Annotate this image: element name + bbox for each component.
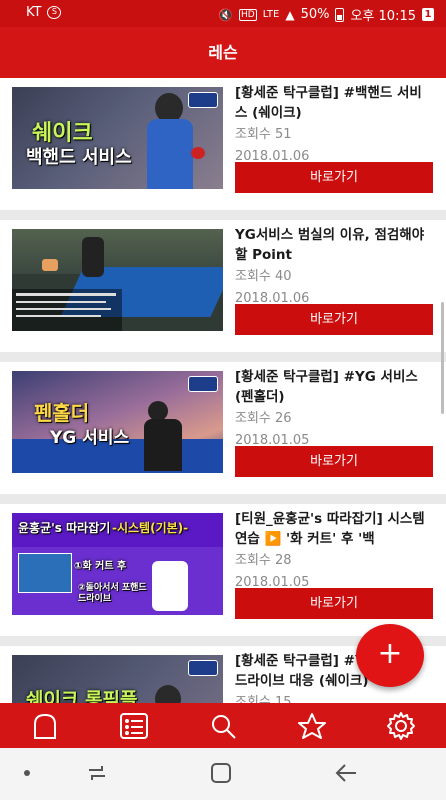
lesson-info: [황세준 탁구클럽] #YG 서비스 (펜홀더) 조회수 26 2018.01.… xyxy=(235,367,434,450)
status-bar: KT S 🔇 HD LTE ▲ 50% 오후 10:15 1 xyxy=(0,0,446,27)
carrier-label: KT xyxy=(26,5,42,20)
thumbnail-caption: ①화 커트 후 xyxy=(74,561,127,572)
plus-icon: + xyxy=(377,636,403,671)
notification-badge: 1 xyxy=(422,8,434,21)
thumbnail-caption: 윤홍균's 따라잡기 xyxy=(18,521,111,535)
add-fab-button[interactable]: + xyxy=(356,624,424,687)
nav-favorites[interactable] xyxy=(268,703,357,748)
nav-home[interactable] xyxy=(0,703,89,748)
nav-settings[interactable] xyxy=(357,703,446,748)
view-count: 조회수 26 xyxy=(235,411,292,426)
lesson-thumbnail[interactable]: 윤홍균's 따라잡기 -시스템(기본)- ①화 커트 후 ②돌아서서 포핸드 드… xyxy=(12,513,223,615)
view-count: 조회수 15 xyxy=(235,695,292,703)
home-icon xyxy=(33,713,56,739)
star-icon xyxy=(298,712,327,739)
lesson-thumbnail[interactable]: 쉐이크 롱핌플 xyxy=(12,655,223,703)
nav-search[interactable] xyxy=(178,703,267,748)
carrier-badge-icon: S xyxy=(47,6,62,19)
gear-icon xyxy=(387,711,416,740)
scrollbar[interactable] xyxy=(441,302,444,414)
recent-apps-icon[interactable] xyxy=(86,762,108,784)
list-icon xyxy=(119,712,148,739)
lesson-title[interactable]: [황세준 탁구클럽] #백핸드 서비스 (쉐이크) xyxy=(235,83,434,123)
lesson-list[interactable]: 쉐이크 백핸드 서비스 [황세준 탁구클럽] #백핸드 서비스 (쉐이크) 조회… xyxy=(0,78,446,703)
view-count: 조회수 40 xyxy=(235,269,292,284)
lesson-thumbnail[interactable]: 펜홀더 YG 서비스 xyxy=(12,371,223,473)
back-arrow-icon[interactable] xyxy=(334,762,358,784)
network-label: LTE xyxy=(262,9,280,20)
signal-icon: ▲ xyxy=(285,7,295,22)
lesson-info: YG서비스 범실의 이유, 점검해야 할 Point 조회수 40 2018.0… xyxy=(235,225,434,308)
clock: 오후 10:15 xyxy=(350,9,416,24)
go-button[interactable]: 바로가기 xyxy=(235,588,433,619)
view-count: 조회수 28 xyxy=(235,553,292,568)
lesson-info: [티원_윤홍균's 따라잡기] 시스템 연습 ▶️ '화 커트' 후 '백 조회… xyxy=(235,509,434,592)
lesson-card[interactable]: 쉐이크 백핸드 서비스 [황세준 탁구클럽] #백핸드 서비스 (쉐이크) 조회… xyxy=(0,78,446,210)
system-nav-bar xyxy=(0,748,446,800)
page-title: 레슨 xyxy=(208,43,238,62)
go-button[interactable]: 바로가기 xyxy=(235,304,433,335)
thumbnail-caption: ②돌아서서 포핸드 드라이브 xyxy=(78,583,147,604)
view-count: 조회수 51 xyxy=(235,127,292,142)
lesson-card[interactable]: YG서비스 범실의 이유, 점검해야 할 Point 조회수 40 2018.0… xyxy=(0,220,446,352)
club-logo-icon xyxy=(188,660,218,676)
lesson-thumbnail[interactable]: 쉐이크 백핸드 서비스 xyxy=(12,87,223,189)
app-bar: 레슨 xyxy=(0,27,446,78)
club-logo-icon xyxy=(188,376,218,392)
lesson-info: [황세준 탁구클럽] #백핸드 서비스 (쉐이크) 조회수 51 2018.01… xyxy=(235,83,434,166)
thumbnail-caption: YG 서비스 xyxy=(50,428,130,448)
battery-icon xyxy=(335,7,345,22)
dot-icon[interactable] xyxy=(24,770,30,776)
app-screen: KT S 🔇 HD LTE ▲ 50% 오후 10:15 1 레슨 쉐이크 백핸… xyxy=(0,0,446,800)
lesson-title[interactable]: [황세준 탁구클럽] #YG 서비스 (펜홀더) xyxy=(235,367,434,407)
mute-icon: 🔇 xyxy=(218,7,233,22)
bottom-nav xyxy=(0,703,446,748)
battery-percent: 50% xyxy=(300,7,330,22)
go-button[interactable]: 바로가기 xyxy=(235,446,433,477)
search-icon xyxy=(212,714,236,739)
hd-icon: HD xyxy=(239,8,257,21)
go-button[interactable]: 바로가기 xyxy=(235,162,433,193)
thumbnail-caption: 펜홀더 xyxy=(34,401,90,425)
thumbnail-caption: 쉐이크 롱핌플 xyxy=(26,689,138,703)
lesson-thumbnail[interactable] xyxy=(12,229,223,331)
thumbnail-caption: -시스템(기본)- xyxy=(112,521,189,535)
nav-list[interactable] xyxy=(89,703,178,748)
thumbnail-caption: 백핸드 서비스 xyxy=(26,147,132,168)
home-square-icon[interactable] xyxy=(210,762,232,784)
club-logo-icon xyxy=(188,92,218,108)
lesson-card[interactable]: 윤홍균's 따라잡기 -시스템(기본)- ①화 커트 후 ②돌아서서 포핸드 드… xyxy=(0,504,446,636)
lesson-title[interactable]: [티원_윤홍균's 따라잡기] 시스템 연습 ▶️ '화 커트' 후 '백 xyxy=(235,509,434,549)
lesson-title[interactable]: YG서비스 범실의 이유, 점검해야 할 Point xyxy=(235,225,434,265)
lesson-card[interactable]: 펜홀더 YG 서비스 [황세준 탁구클럽] #YG 서비스 (펜홀더) 조회수 … xyxy=(0,362,446,494)
